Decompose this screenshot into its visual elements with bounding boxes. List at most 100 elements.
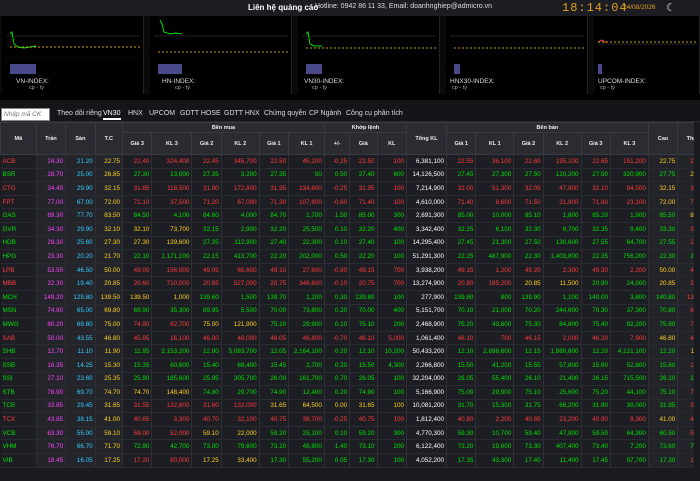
header-high[interactable]: Cao [647,122,679,155]
cell-symbol[interactable]: GAS [0,208,37,223]
table-row[interactable]: MBB 22.30 19.40 20.85 20.60 710,000 20.65 527,0… [0,276,700,291]
cell-reference: 25.35 [95,372,123,387]
cell-ask-price-2: 75.10 [513,385,544,400]
tab-warrants[interactable]: Chứng quyền [264,110,306,117]
header-bid-vol-3[interactable]: KL 3 [151,132,193,155]
table-row[interactable]: SHB 12.70 11.10 11.90 11.95 2,153,200 12.00 5,0… [0,344,700,359]
index-card-hnindex[interactable]: HN-INDEX: cp - tỷ [150,16,292,94]
cell-bid-vol-2: 305,700 [221,372,260,387]
stock-search-input[interactable] [1,108,50,121]
cell-symbol[interactable]: VCB [0,426,37,441]
cell-symbol[interactable]: MSN [0,304,37,319]
table-row[interactable]: SAB 50.00 43.55 46.80 45.95 16,100 46.00 48,000… [0,331,700,346]
table-row[interactable]: VIB 18.45 16.05 17.25 17.20 60,000 17.25 33,400… [0,453,700,468]
index-card-vnindex[interactable]: VN-INDEX: cp - tỷ [2,16,144,94]
header-change[interactable]: +/- [323,132,351,155]
cell-ask-price-3: 22.65 [581,154,611,169]
cell-reference: 32.15 [95,181,123,196]
table-row[interactable]: SSB 16.35 14.25 15.30 15.35 60,600 15.40 69,400… [0,358,700,373]
header-ceiling[interactable]: Trần [35,122,67,155]
cell-symbol[interactable]: SSI [0,372,37,387]
cell-bid-vol-1: 12,400 [288,385,325,400]
table-row[interactable]: STB 78.90 69.70 74.70 74.70 148,400 74.80 29,70… [0,385,700,400]
header-group-buy: Bên mua [121,122,325,133]
cell-symbol[interactable]: SHB [0,344,37,359]
header-reference[interactable]: T.C [94,122,123,155]
header-bid-vol-1[interactable]: KL 1 [288,132,325,155]
tab-watchlist[interactable]: Theo dõi riêng [57,110,102,117]
table-row[interactable]: TCX 43.85 38.15 41.00 40.65 3,300 40.70 32,100 4… [0,412,700,427]
header-bid-price-2[interactable]: Giá 2 [191,132,222,155]
header-total-volume[interactable]: Tổng KL [405,122,447,155]
cell-symbol[interactable]: TCX [0,412,37,427]
tab-sector[interactable]: CP Ngành [309,110,341,117]
header-ask-price-3[interactable]: Giá 3 [580,132,611,155]
cell-symbol[interactable]: MBB [0,276,37,291]
table-row[interactable]: LPB 53.50 46.50 50.00 49.00 156,000 49.05 65,60… [0,263,700,278]
header-bid-price-1[interactable]: Giá 1 [258,132,290,155]
cell-symbol[interactable]: BSR [0,168,37,183]
cell-symbol[interactable]: LPB [0,263,37,278]
cell-symbol[interactable]: HDB [0,236,37,251]
header-ask-price-2[interactable]: Giá 2 [513,132,544,155]
cell-bid-vol-2: 48,000 [221,331,260,346]
index-card-upcom[interactable]: UPCOM-INDEX: cp - tỷ [594,16,700,94]
cell-symbol[interactable]: ACB [0,154,37,169]
advertising-contact-link[interactable]: Liên hệ quảng cáo [248,3,318,12]
cell-bid-vol-2: 79,600 [221,439,260,455]
cell-symbol[interactable]: SSB [0,358,37,373]
index-card-vn30[interactable]: VN30-INDEX: cp - tỷ [298,16,440,94]
cell-symbol[interactable]: SAB [0,331,37,346]
table-row[interactable]: ACB 24.30 21.20 22.75 22.40 324,400 22.45 345,7… [0,154,700,169]
table-row[interactable]: CTG 34.40 29.90 32.15 31.85 118,500 31.90 172,8… [0,181,700,196]
table-row[interactable]: VCB 63.30 55.00 59.10 59.00 52,000 59.10 22,000… [0,426,700,441]
header-match-volume[interactable]: KL [376,132,407,155]
header-floor[interactable]: Sàn [65,122,96,155]
cell-symbol[interactable]: TCB [0,399,37,414]
cell-symbol[interactable]: VHM [0,439,37,455]
tab-gdtt-hnx[interactable]: GDTT HNX [224,110,260,117]
tab-gdtt-hose[interactable]: GDTT HOSE [180,110,221,117]
tab-hnx[interactable]: HNX [128,110,143,117]
table-row[interactable]: HDB 29.30 25.60 27.30 27.30 139,600 27.35 112,9… [0,236,700,251]
cell-symbol[interactable]: VIB [0,453,37,468]
cell-bid-price-1: 22.50 [259,154,290,169]
vertical-scrollbar[interactable] [694,122,700,481]
header-bid-vol-2[interactable]: KL 2 [220,132,260,155]
cell-symbol[interactable]: CTG [0,181,37,196]
header-ask-vol-2[interactable]: KL 2 [542,132,582,155]
cell-match-price: 71.40 [349,195,378,210]
table-row[interactable]: VHM 76.70 66.70 71.70 72.90 42,700 73.00 79,600… [0,439,700,455]
cell-ask-vol-2: 23,200 [543,412,582,427]
table-row[interactable]: GAS 89.30 77.70 83.50 84.50 4,100 84.60 4,000 84… [0,208,700,223]
table-row[interactable]: MCH 149.20 129.80 139.50 139.50 1,000 139.60 1,… [0,290,700,305]
cell-symbol[interactable]: MWG [0,317,37,332]
header-bid-price-3[interactable]: Giá 3 [121,132,153,155]
table-row[interactable]: MSN 74.60 65.00 69.80 69.90 35,300 69.95 5,500 7… [0,304,700,319]
header-ask-vol-1[interactable]: KL 1 [475,132,515,155]
tab-vn30[interactable]: VN30 [103,110,121,120]
cell-symbol[interactable]: MCH [0,290,37,305]
header-ask-vol-3[interactable]: KL 3 [609,132,649,155]
tab-analysis-tools[interactable]: Công cụ phân tích [346,110,403,117]
cell-symbol[interactable]: GVR [0,222,37,237]
index-card-hnx30[interactable]: HNX30-INDEX: cp - tỷ [446,16,588,94]
table-row[interactable]: FPT 77.00 67.00 72.00 71.10 37,500 71.20 67,000… [0,195,700,210]
cell-symbol[interactable]: FPT [0,195,37,210]
table-row[interactable]: MWG 80.20 69.80 75.00 74.90 62,700 75.00 121,90… [0,317,700,332]
header-ask-price-1[interactable]: Giá 1 [445,132,477,155]
cell-symbol[interactable]: HPG [0,249,37,264]
cell-ask-vol-1: 43,300 [475,453,515,468]
table-row[interactable]: TCB 33.85 29.45 31.65 31.55 132,800 31.60 132,0… [0,399,700,414]
cell-symbol[interactable]: STB [0,385,37,400]
cell-ceiling: 29.30 [36,236,67,251]
table-row[interactable]: SSI 27.10 23.60 25.35 25.90 185,600 25.95 305,7… [0,372,700,387]
table-row[interactable]: GVR 34.30 29.90 32.10 32.10 73,700 32.15 2,900 3… [0,222,700,237]
moon-icon[interactable]: ☾ [666,1,676,14]
header-match-price[interactable]: Giá [349,132,378,155]
cell-ask-price-1: 46.10 [446,331,477,346]
header-symbol[interactable]: Mã [0,122,37,155]
table-row[interactable]: BSR 28.70 25.00 26.85 27.30 13,000 27.35 3,200 2… [0,168,700,183]
tab-upcom[interactable]: UPCOM [149,110,175,117]
table-row[interactable]: HPG 23.30 20.20 21.70 22.10 1,171,100 22.15 413… [0,249,700,264]
